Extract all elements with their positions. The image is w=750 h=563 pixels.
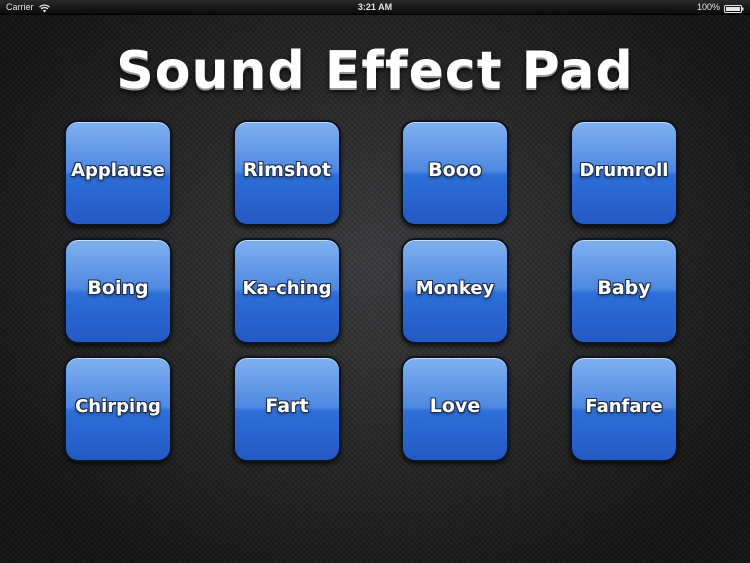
status-right: 100% bbox=[697, 0, 744, 14]
status-bar: Carrier 3:21 AM 100% bbox=[0, 0, 750, 15]
status-time: 3:21 AM bbox=[357, 2, 393, 12]
pad-label: Drumroll bbox=[579, 159, 669, 181]
battery-percent: 100% bbox=[696, 2, 720, 12]
pad-fanfare[interactable]: Fanfare bbox=[570, 356, 678, 462]
pad-ka-ching[interactable]: Ka-ching bbox=[233, 238, 341, 344]
pad-booo[interactable]: Booo bbox=[401, 120, 509, 226]
pad-label: Boing bbox=[87, 277, 149, 299]
app-screen: Sound Effect Pad Applause Rimshot Booo D… bbox=[0, 15, 750, 563]
pad-baby[interactable]: Baby bbox=[570, 238, 678, 344]
pad-label: Fart bbox=[265, 395, 309, 417]
pad-monkey[interactable]: Monkey bbox=[401, 238, 509, 344]
pad-boing[interactable]: Boing bbox=[64, 238, 172, 344]
pad-label: Love bbox=[429, 395, 481, 417]
pad-chirping[interactable]: Chirping bbox=[64, 356, 172, 462]
pad-label: Fanfare bbox=[585, 395, 663, 417]
pad-label: Applause bbox=[71, 159, 165, 181]
pad-applause[interactable]: Applause bbox=[64, 120, 172, 226]
pad-label: Rimshot bbox=[243, 159, 331, 181]
pad-rimshot[interactable]: Rimshot bbox=[233, 120, 341, 226]
pad-drumroll[interactable]: Drumroll bbox=[570, 120, 678, 226]
pad-label: Monkey bbox=[415, 277, 495, 299]
pad-fart[interactable]: Fart bbox=[233, 356, 341, 462]
pad-label: Ka-ching bbox=[242, 277, 332, 299]
pad-label: Baby bbox=[597, 277, 651, 299]
pad-label: Booo bbox=[428, 159, 482, 181]
pad-love[interactable]: Love bbox=[401, 356, 509, 462]
battery-icon bbox=[724, 3, 744, 13]
pad-label: Chirping bbox=[75, 395, 161, 417]
app-title: Sound Effect Pad bbox=[116, 41, 634, 101]
